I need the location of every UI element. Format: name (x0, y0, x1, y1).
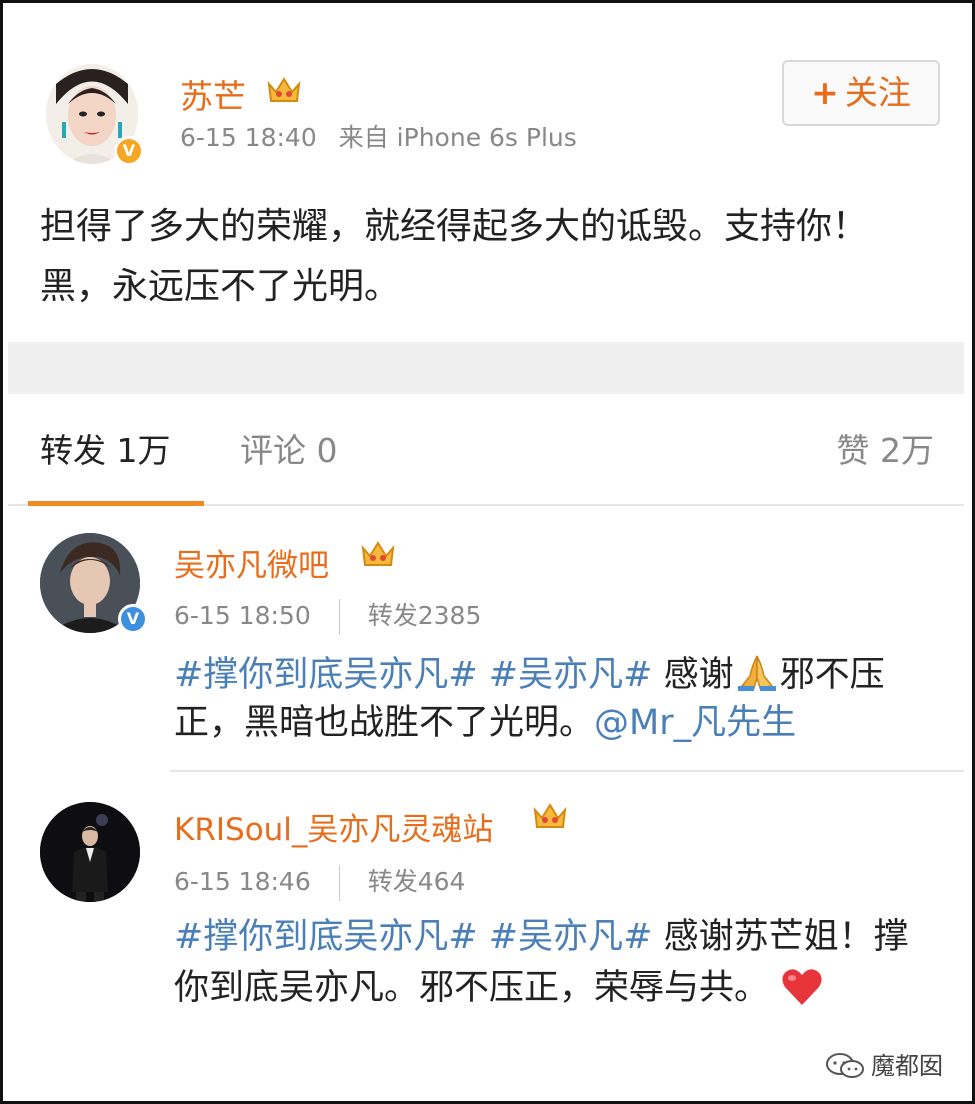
watermark-text: 魔都囡 (871, 1052, 943, 1080)
pray-emoji-icon (737, 655, 776, 691)
watermark: 魔都囡 (825, 1046, 943, 1081)
comment-text: 感谢 (663, 655, 734, 695)
weibo-post: V 苏芒 6-15 18:40 来自 iPhone 6s Plus + 关注 担得了… (8, 12, 964, 342)
wechat-icon (826, 1053, 864, 1078)
post-body: 担得了多大的荣耀，就经得起多大的诋毁。支持你！黑，永远压不了光明。 (40, 206, 869, 307)
comment-author-name[interactable]: 吴亦凡微吧 (174, 540, 329, 585)
comment-time: 6-15 18:50 (174, 601, 311, 630)
post-author-name[interactable]: 苏芒 (180, 70, 246, 118)
list-item[interactable]: V 吴亦凡微吧 6-15 18:50 转发2385 #撑你到底吴亦凡# #吴亦凡#… (8, 508, 964, 770)
post-meta: 6-15 18:40 来自 iPhone 6s Plus (180, 118, 577, 154)
hashtag-link[interactable]: #吴亦凡# (489, 917, 653, 957)
list-item[interactable]: KRISoul_吴亦凡灵魂站 6-15 18:46 转发464 #撑你到底吴亦凡#… (8, 772, 964, 1090)
meta-divider (338, 599, 340, 635)
crown-icon (267, 77, 301, 102)
interaction-tabs: 转发 1万 评论 0 赞 2万 (8, 394, 964, 506)
crown-icon (361, 541, 395, 566)
verified-icon: V (114, 136, 144, 166)
meta-divider (338, 865, 340, 901)
tab-comments[interactable]: 评论 0 (240, 424, 338, 472)
verified-icon: V (118, 604, 148, 634)
comment-repost-count[interactable]: 转发464 (368, 867, 466, 896)
crown-icon (533, 803, 567, 828)
comment-time: 6-15 18:46 (174, 867, 311, 896)
follow-button[interactable]: + 关注 (782, 60, 940, 126)
hashtag-link[interactable]: #撑你到底吴亦凡# (174, 917, 478, 957)
hashtag-link[interactable]: #吴亦凡# (489, 655, 653, 695)
heart-emoji-icon (782, 969, 822, 1005)
plus-icon: + (811, 73, 839, 112)
follow-label: 关注 (844, 73, 911, 112)
post-time: 6-15 18:40 (180, 123, 317, 152)
tab-likes[interactable]: 赞 2万 (837, 424, 935, 472)
mention-link[interactable]: @Mr_凡先生 (594, 703, 796, 743)
comment-repost-count[interactable]: 转发2385 (368, 601, 482, 630)
comment-body: #撑你到底吴亦凡# #吴亦凡# 感谢苏芒姐！撑你到底吴亦凡。邪不压正，荣辱与共。 (174, 912, 934, 1014)
comment-body: #撑你到底吴亦凡# #吴亦凡# 感谢 邪不压正，黑暗也战胜不了光明。@Mr_凡先… (174, 651, 934, 747)
post-source: 来自 iPhone 6s Plus (338, 123, 577, 152)
comment-author-name[interactable]: KRISoul_吴亦凡灵魂站 (174, 804, 493, 849)
tab-reposts[interactable]: 转发 1万 (40, 424, 171, 472)
active-tab-indicator (28, 501, 204, 506)
hashtag-link[interactable]: #撑你到底吴亦凡# (174, 655, 478, 695)
avatar[interactable] (40, 802, 140, 902)
section-divider (8, 342, 964, 394)
comment-meta: 6-15 18:50 转发2385 (174, 596, 481, 635)
comment-meta: 6-15 18:46 转发464 (174, 862, 465, 901)
